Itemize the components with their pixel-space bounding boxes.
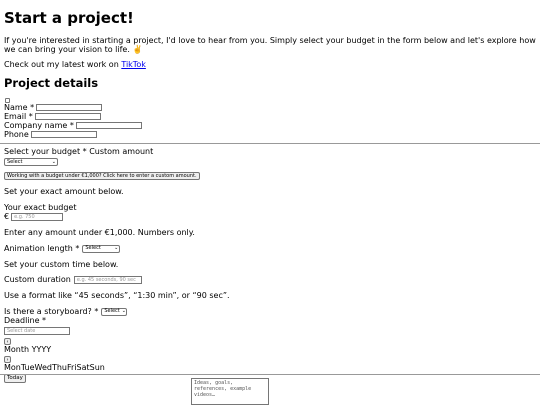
company-row: Company name * — [4, 121, 536, 130]
latest-work-line: Check out my latest work on TikTok — [4, 60, 536, 69]
phone-label: Phone — [4, 130, 29, 139]
company-input[interactable] — [75, 122, 142, 129]
calendar-weekdays: MonTueWedThuFriSatSun — [4, 363, 105, 372]
currency-symbol: € — [4, 212, 10, 221]
animation-length-row: Animation length * Select ⌄ — [4, 244, 536, 253]
custom-duration-row: Custom duration e.g. 45 seconds, 90 sec — [4, 275, 536, 284]
calendar-prev-row: ‹ — [4, 336, 536, 345]
custom-time-heading: Set your custom time below. — [4, 260, 119, 269]
intro-paragraph: If you're interested in starting a proje… — [4, 36, 536, 54]
tiktok-link[interactable]: TikTok — [121, 60, 146, 69]
name-input[interactable] — [36, 104, 103, 111]
email-input[interactable] — [34, 113, 101, 120]
exact-budget-row: € e.g. 750 — [4, 212, 536, 221]
custom-duration-label: Custom duration — [4, 275, 71, 284]
animation-length-label: Animation length * — [4, 244, 80, 253]
deadline-input[interactable]: Select date — [4, 327, 70, 335]
email-label: Email * — [4, 112, 33, 121]
storyboard-label: Is there a storyboard? * — [4, 307, 99, 316]
budget-select-value: Select — [7, 159, 23, 165]
today-button[interactable]: Today — [4, 374, 26, 383]
calendar-prev-button[interactable]: ‹ — [4, 338, 11, 345]
page-container: Start a project! If you're interested in… — [0, 0, 540, 140]
chevron-down-icon: ⌄ — [114, 245, 119, 251]
section-title: Project details — [4, 76, 99, 90]
peace-emoji-icon: ✌️ — [132, 45, 143, 54]
exact-budget-hint: Enter any amount under €1,000. Numbers o… — [4, 228, 195, 237]
storyboard-select[interactable]: Select ⌄ — [101, 307, 128, 316]
budget-section: Select your budget * Custom amount Selec… — [0, 147, 540, 383]
chevron-down-icon: ⌄ — [121, 308, 126, 314]
phone-row: Phone — [4, 130, 536, 139]
calendar-month: Month YYYY — [4, 345, 52, 354]
exact-amount-heading: Set your exact amount below. — [4, 187, 124, 196]
latest-work-prefix: Check out my latest work on — [4, 60, 122, 69]
chevron-down-icon: ⌄ — [51, 159, 56, 165]
budget-select[interactable]: Select ⌄ — [4, 158, 58, 166]
storyboard-row: Is there a storyboard? * Select ⌄ — [4, 307, 536, 316]
format-hint: Use a format like “45 seconds”, “1:30 mi… — [4, 291, 230, 300]
email-row: Email * — [4, 112, 536, 121]
company-label: Company name * — [4, 121, 74, 130]
budget-select-row: Select ⌄ — [4, 156, 536, 166]
animation-length-select-value: Select — [85, 245, 101, 251]
storyboard-select-value: Select — [104, 308, 120, 314]
custom-duration-input[interactable]: e.g. 45 seconds, 90 sec — [73, 275, 142, 284]
section-divider — [0, 143, 540, 144]
budget-label: Select your budget * Custom amount — [4, 147, 154, 156]
exact-budget-input[interactable]: e.g. 750 — [11, 212, 64, 221]
page-title: Start a project! — [4, 9, 134, 27]
animation-length-select[interactable]: Select ⌄ — [82, 244, 121, 253]
name-label: Name * — [4, 103, 35, 112]
exact-budget-label: Your exact budget — [4, 203, 77, 212]
bottom-divider — [0, 374, 540, 375]
calendar-next-row: › — [4, 354, 536, 363]
deadline-label: Deadline * — [4, 316, 47, 325]
budget-button-row: Working with a budget under €1,000? Clic… — [4, 170, 536, 180]
custom-amount-button[interactable]: Working with a budget under €1,000? Clic… — [4, 172, 200, 180]
name-row: Name * — [4, 103, 536, 112]
phone-input[interactable] — [30, 131, 97, 138]
calendar-next-button[interactable]: › — [4, 356, 11, 363]
intro-text: If you're interested in starting a proje… — [4, 36, 536, 54]
deadline-input-row: Select date — [4, 325, 536, 335]
ideas-textarea[interactable]: Ideas, goals, references, example videos… — [191, 378, 269, 405]
